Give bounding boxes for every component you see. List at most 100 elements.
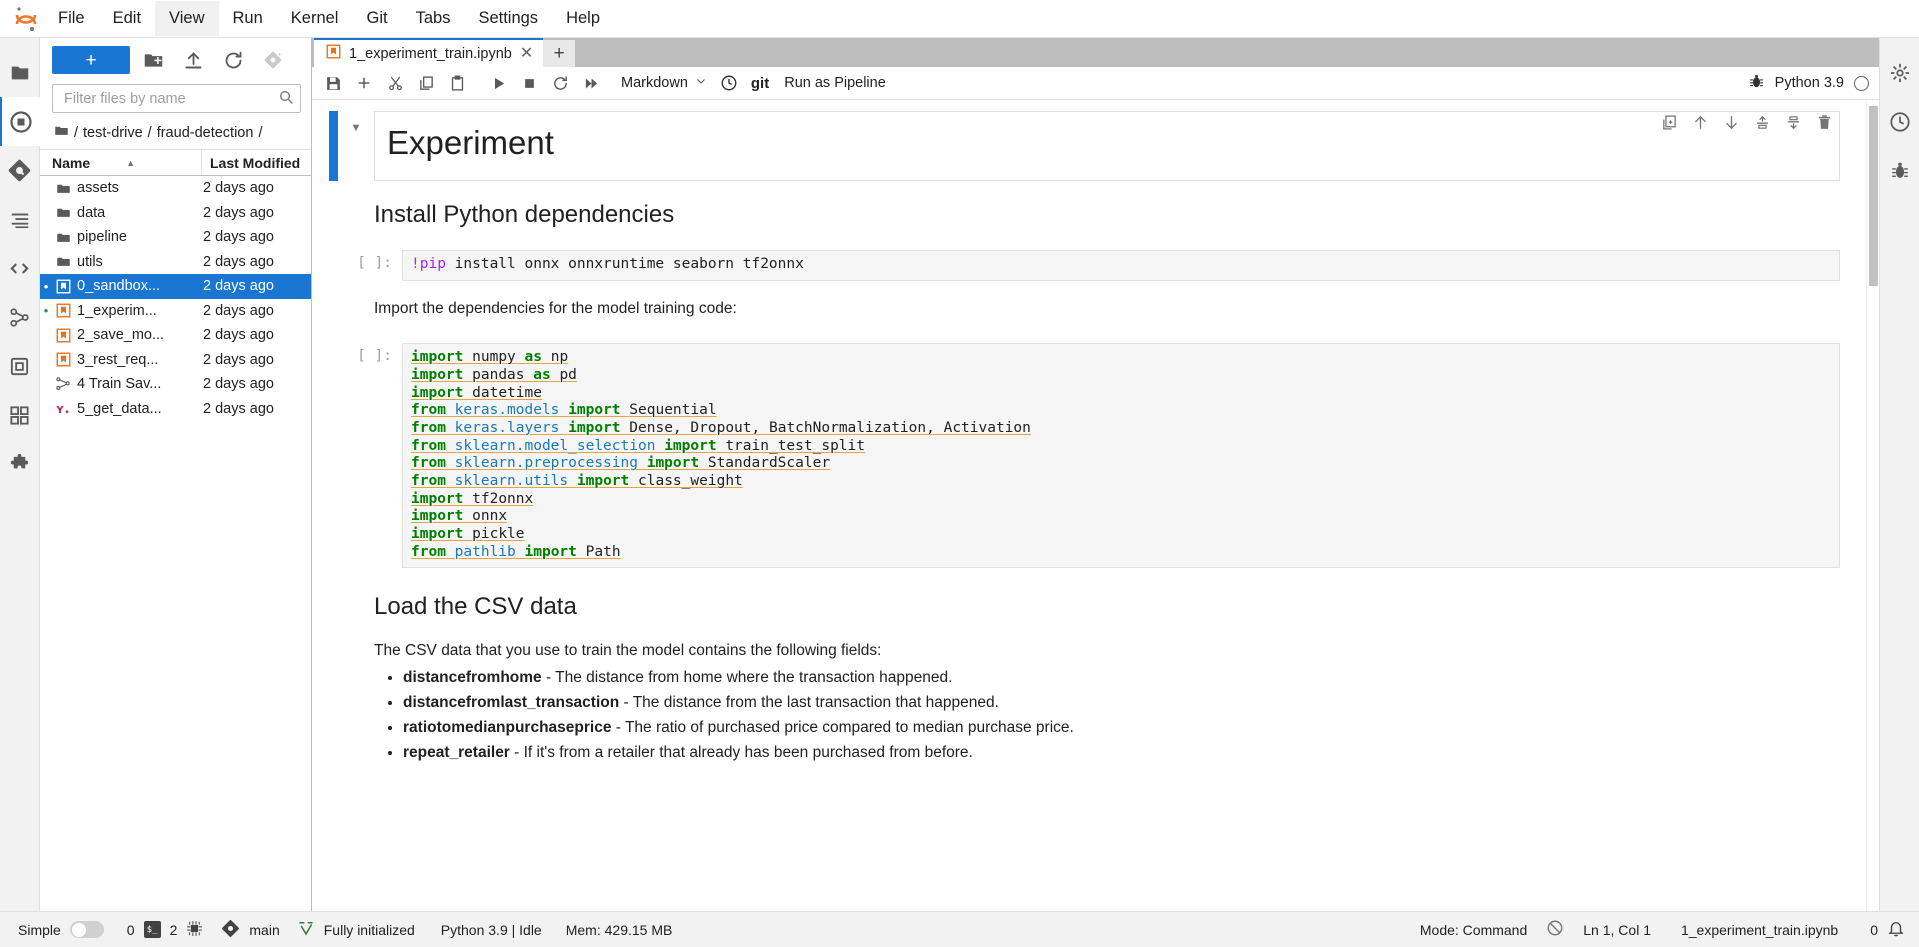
notebook-mode[interactable]: Mode: Command <box>1411 922 1536 938</box>
upload-icon[interactable] <box>176 46 210 74</box>
new-folder-icon[interactable] <box>136 46 170 74</box>
notebook-cell-load-csv-heading[interactable]: Load the CSV data <box>312 571 1866 624</box>
debugger-icon[interactable] <box>1880 97 1919 146</box>
menu-item-run[interactable]: Run <box>219 1 277 36</box>
sidebar-item-git[interactable] <box>0 146 40 195</box>
new-launcher-button[interactable]: + <box>52 46 130 74</box>
breadcrumb-home-icon[interactable] <box>54 123 69 142</box>
git-branch[interactable]: main <box>240 922 288 938</box>
list-item[interactable]: 3_rest_req... 2 days ago <box>40 348 311 373</box>
breadcrumb-fraud-detection[interactable]: fraud-detection <box>157 125 254 141</box>
list-item[interactable]: 2_save_mo... 2 days ago <box>40 323 311 348</box>
insert-cell-icon[interactable] <box>349 69 379 97</box>
cell-type-select[interactable]: Markdown <box>613 70 713 96</box>
refresh-icon[interactable] <box>216 46 250 74</box>
kernel-status-text[interactable]: Python 3.9 | Idle <box>432 922 551 938</box>
cell-collapser[interactable]: ▼ <box>338 111 374 181</box>
notebook-cell-install-deps-heading[interactable]: Install Python dependencies <box>312 184 1866 232</box>
list-item[interactable]: assets 2 days ago <box>40 176 311 201</box>
menu-item-git[interactable]: Git <box>352 1 401 36</box>
list-item[interactable]: data 2 days ago <box>40 201 311 226</box>
delete-cell-icon[interactable] <box>1816 114 1833 131</box>
cell-collapser[interactable] <box>338 187 374 229</box>
git-icon[interactable] <box>221 919 240 941</box>
cell-collapser[interactable] <box>338 298 374 320</box>
no-kernel-icon[interactable] <box>1546 919 1564 940</box>
breadcrumb-test-drive[interactable]: test-drive <box>83 125 143 141</box>
stop-icon[interactable] <box>514 69 544 97</box>
code-editor[interactable]: !pip!pip install onnx onnxruntime seabor… <box>402 250 1840 281</box>
menu-item-file[interactable]: File <box>44 1 99 36</box>
menu-item-kernel[interactable]: Kernel <box>277 1 353 36</box>
scrollbar-thumb[interactable] <box>1869 106 1878 286</box>
menu-item-tabs[interactable]: Tabs <box>402 1 465 36</box>
menu-item-view[interactable]: View <box>155 1 219 36</box>
restart-icon[interactable] <box>545 69 575 97</box>
filter-files-input-wrap[interactable] <box>52 84 301 113</box>
terminal-icon[interactable]: $_ <box>143 921 161 938</box>
git-clone-icon[interactable]: + <box>256 46 290 74</box>
cursor-position[interactable]: Ln 1, Col 1 <box>1574 922 1660 938</box>
close-icon[interactable]: ✕ <box>520 45 533 62</box>
sidebar-item-puzzle[interactable] <box>0 440 40 489</box>
notebook-scrollbar[interactable] <box>1866 100 1879 911</box>
kernel-icon[interactable] <box>1880 146 1919 195</box>
sidebar-item-running-terminals[interactable] <box>0 97 40 146</box>
cell-collapser[interactable] <box>338 640 374 766</box>
sidebar-item-table-of-contents[interactable] <box>0 195 40 244</box>
list-item[interactable]: Y 5_get_data... 2 days ago <box>40 397 311 422</box>
list-item[interactable]: • 1_experim... 2 days ago <box>40 299 311 324</box>
sidebar-item-catalog[interactable] <box>0 391 40 440</box>
column-header-last-modified[interactable]: Last Modified <box>201 150 311 175</box>
clock-icon[interactable] <box>714 69 744 97</box>
terminal-count[interactable]: 2 <box>161 922 187 938</box>
list-item[interactable]: utils 2 days ago <box>40 250 311 275</box>
cut-icon[interactable] <box>380 69 410 97</box>
notebook-scroll-region[interactable]: ▼ Experiment Install Python dependencies… <box>312 100 1866 911</box>
breadcrumb-root[interactable]: / <box>74 125 78 141</box>
duplicate-cell-icon[interactable] <box>1661 114 1678 131</box>
column-header-name[interactable]: Name ▲ <box>40 155 201 171</box>
code-editor[interactable]: import numpy as np import pandas as pd i… <box>402 343 1840 569</box>
sidebar-item-file-browser[interactable] <box>0 48 40 97</box>
notebook-cell-imports[interactable]: [ ]: import numpy as np import pandas as… <box>312 323 1866 571</box>
insert-cell-below-icon[interactable] <box>1785 114 1802 131</box>
paste-icon[interactable] <box>442 69 472 97</box>
notebook-cell-import-paragraph[interactable]: Import the dependencies for the model tr… <box>312 284 1866 323</box>
cell-collapser[interactable] <box>338 593 374 621</box>
notebook-cell-csv-fields[interactable]: The CSV data that you use to train the m… <box>312 624 1866 769</box>
bug-icon[interactable] <box>1748 73 1765 94</box>
sidebar-item-pipeline-editor[interactable] <box>0 293 40 342</box>
notebook-cell-experiment[interactable]: ▼ Experiment <box>312 108 1866 184</box>
move-cell-up-icon[interactable] <box>1692 114 1709 131</box>
menu-item-edit[interactable]: Edit <box>99 1 155 36</box>
filter-files-input[interactable] <box>62 89 278 108</box>
bell-icon[interactable] <box>1887 919 1905 940</box>
tab-1-experiment-train[interactable]: 1_experiment_train.ipynb ✕ <box>314 38 544 67</box>
move-cell-down-icon[interactable] <box>1723 114 1740 131</box>
run-as-pipeline-button[interactable]: Run as Pipeline <box>776 75 894 91</box>
markdown-output[interactable]: Experiment <box>374 111 1840 181</box>
save-icon[interactable] <box>318 69 348 97</box>
copy-icon[interactable] <box>411 69 441 97</box>
menu-item-help[interactable]: Help <box>552 1 614 36</box>
sidebar-item-runtimes[interactable] <box>0 342 40 391</box>
menu-item-settings[interactable]: Settings <box>464 1 552 36</box>
kernel-count[interactable]: 0 <box>118 922 144 938</box>
run-icon[interactable] <box>483 69 513 97</box>
sidebar-item-extension-manager[interactable] <box>0 244 40 293</box>
list-item[interactable]: 4 Train Sav... 2 days ago <box>40 372 311 397</box>
property-inspector-icon[interactable] <box>1880 48 1919 97</box>
notification-count[interactable]: 0 <box>1861 922 1887 938</box>
insert-cell-above-icon[interactable] <box>1754 114 1771 131</box>
list-item[interactable]: pipeline 2 days ago <box>40 225 311 250</box>
cpu-icon[interactable] <box>186 920 203 940</box>
restart-run-all-icon[interactable] <box>576 69 606 97</box>
simple-mode-toggle[interactable] <box>69 921 104 938</box>
new-tab-button[interactable]: + <box>543 40 576 67</box>
list-item-selected[interactable]: • 0_sandbox... 2 days ago <box>40 274 311 299</box>
caret-down-icon[interactable]: ▼ <box>351 123 362 134</box>
notebook-cell-pip-install[interactable]: [ ]: !pip!pip install onnx onnxruntime s… <box>312 232 1866 284</box>
kernel-name[interactable]: Python 3.9 <box>1775 75 1844 91</box>
git-button[interactable]: git <box>745 75 775 92</box>
